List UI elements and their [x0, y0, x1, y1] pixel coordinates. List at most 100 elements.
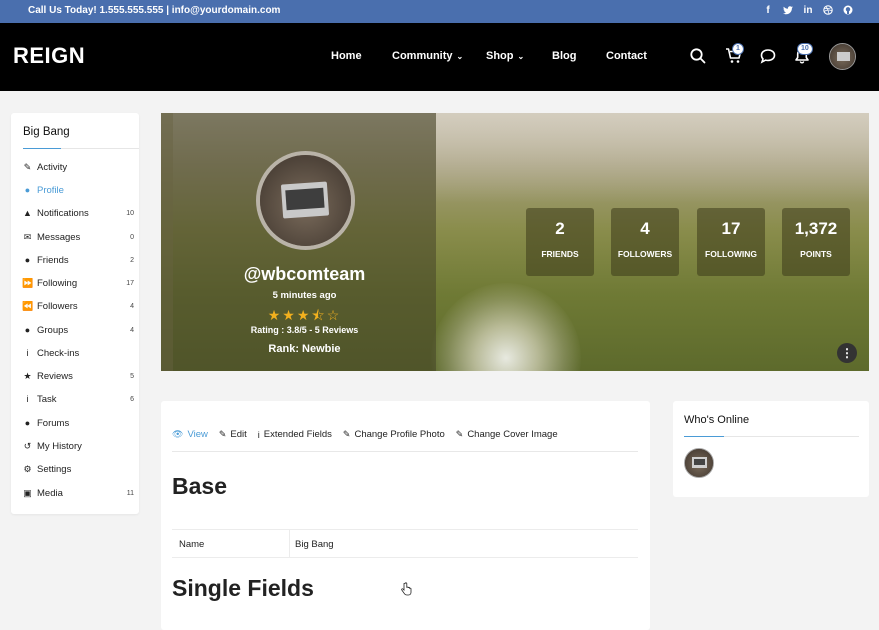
nav-shop[interactable]: Shop ⌄: [486, 50, 524, 62]
site-header: REIGN Home Community ⌄ Shop ⌄ Blog Contact…: [0, 23, 879, 91]
sidebar-item-count: 4: [130, 302, 134, 310]
chevron-down-icon: ⌄: [456, 52, 464, 61]
field-row-name: Name Big Bang: [172, 529, 638, 558]
twitter-icon[interactable]: [783, 4, 793, 16]
sidebar-item-count: 4: [130, 326, 134, 334]
chevron-down-icon: ⌄: [517, 52, 525, 61]
stat-points[interactable]: 1,372 POINTS: [782, 208, 850, 276]
users-icon: ●: [24, 325, 31, 335]
profile-sidebar: Big Bang ✎ Activity ● Profile ▲ Notificatio…: [11, 113, 139, 514]
divider: [172, 451, 638, 452]
rating-text: Rating : 3.8/5 - 5 Reviews: [250, 325, 359, 335]
nav-contact[interactable]: Contact: [606, 50, 647, 62]
stat-label: POINTS: [800, 249, 832, 259]
sidebar-item-task[interactable]: i Task 6: [22, 391, 135, 407]
tab-change-profile-photo[interactable]: ✎ Change Profile Photo: [343, 429, 445, 440]
sidebar-item-following[interactable]: ⏩ Following 17: [22, 275, 134, 291]
star-half-icon: ⯪: [311, 307, 327, 323]
more-options-icon[interactable]: ⋮: [837, 343, 857, 363]
nav-label: Community: [392, 50, 453, 62]
dribbble-icon[interactable]: [823, 4, 833, 16]
divider: [684, 436, 859, 437]
tab-view[interactable]: 👁 View: [172, 429, 208, 440]
info-icon: i: [26, 348, 29, 358]
stat-number: 2: [555, 219, 565, 238]
stat-number: 1,372: [794, 219, 838, 238]
eye-icon: 👁: [172, 429, 184, 439]
sidebar-item-label: Reviews: [37, 370, 73, 382]
sidebar-item-label: Groups: [37, 324, 69, 336]
sidebar-item-label: Following: [37, 277, 78, 289]
section-heading-base: Base: [172, 473, 227, 499]
nav-label: Contact: [606, 50, 647, 62]
sidebar-item-friends[interactable]: ● Friends 2: [22, 252, 134, 268]
sidebar-item-label: Activity: [37, 161, 68, 173]
sidebar-item-label: Forums: [37, 417, 70, 429]
user-avatar[interactable]: [829, 43, 856, 70]
pencil-icon: ✎: [23, 161, 32, 172]
sidebar-item-label: Messages: [37, 231, 81, 243]
stat-followers[interactable]: 4 FOLLOWERS: [611, 208, 679, 276]
profile-cover: @wbcomteam 5 minutes ago ★★★⯪☆ Rating : …: [161, 113, 869, 371]
cart-count-badge: 1: [732, 43, 744, 55]
profile-avatar[interactable]: [256, 151, 355, 250]
forward-icon: ⏩: [22, 277, 34, 288]
sidebar-item-check-ins[interactable]: i Check-ins: [22, 345, 134, 361]
chat-icon[interactable]: [759, 47, 777, 65]
field-key: Name: [179, 539, 205, 550]
sidebar-item-profile[interactable]: ● Profile: [22, 182, 134, 198]
sidebar-item-my-history[interactable]: ↺ My History: [22, 438, 134, 454]
nav-home[interactable]: Home: [331, 50, 362, 62]
stat-friends[interactable]: 2 FRIENDS: [526, 208, 594, 276]
site-logo[interactable]: REIGN: [13, 43, 85, 69]
sidebar-item-label: Friends: [37, 254, 69, 266]
sidebar-item-label: Settings: [37, 463, 72, 475]
nav-community[interactable]: Community ⌄: [392, 50, 463, 62]
sidebar-item-settings[interactable]: ⚙ Settings: [22, 461, 134, 477]
sidebar-item-groups[interactable]: ● Groups 4: [22, 322, 134, 338]
sidebar-item-count: 10: [126, 209, 134, 217]
sidebar-item-reviews[interactable]: ★ Reviews 5: [22, 368, 134, 384]
cover-background: [436, 113, 869, 203]
search-icon[interactable]: [689, 47, 707, 65]
contact-info: Call Us Today! 1.555.555.555 | info@your…: [28, 5, 281, 16]
tab-edit[interactable]: ✎ Edit: [219, 429, 247, 440]
sidebar-item-activity[interactable]: ✎ Activity: [22, 159, 134, 175]
stat-label: FOLLOWING: [705, 249, 757, 259]
info-icon: i: [26, 394, 29, 404]
sidebar-item-notifications[interactable]: ▲ Notifications 10: [22, 205, 134, 221]
sidebar-item-followers[interactable]: ⏪ Followers 4: [22, 298, 134, 314]
online-member-avatar[interactable]: [684, 448, 714, 478]
nav-blog[interactable]: Blog: [552, 50, 576, 62]
sidebar-title: Big Bang: [23, 126, 70, 138]
tab-extended-fields[interactable]: i Extended Fields: [258, 429, 332, 440]
sidebar-item-count: 5: [130, 372, 134, 380]
user-plus-icon: ●: [24, 255, 31, 265]
comments-icon: ●: [24, 418, 31, 428]
stat-following[interactable]: 17 FOLLOWING: [697, 208, 765, 276]
sidebar-item-label: Media: [37, 487, 63, 499]
sidebar-item-label: Profile: [37, 184, 64, 196]
sidebar-item-count: 17: [126, 279, 134, 287]
nav-label: Blog: [552, 50, 577, 62]
hand-cursor-icon: [400, 582, 412, 596]
linkedin-icon[interactable]: in: [803, 4, 813, 16]
envelope-icon: ✉: [23, 231, 32, 242]
sidebar-item-forums[interactable]: ● Forums: [22, 415, 134, 431]
profile-tabs: 👁 View ✎ Edit i Extended Fields ✎ Change Pro…: [172, 429, 569, 440]
user-icon: ●: [24, 185, 31, 195]
facebook-icon[interactable]: f: [763, 4, 773, 16]
bell-icon: ▲: [23, 208, 32, 218]
edit-icon: ✎: [218, 429, 227, 439]
stat-label: FOLLOWERS: [617, 249, 673, 259]
gear-icon: ⚙: [23, 463, 32, 474]
sidebar-item-count: 6: [130, 395, 134, 403]
nav-label: Home: [331, 50, 362, 62]
sidebar-item-media[interactable]: ▣ Media 11: [22, 485, 134, 501]
github-icon[interactable]: [843, 4, 853, 16]
stat-label: FRIENDS: [541, 249, 579, 259]
sidebar-item-messages[interactable]: ✉ Messages 0: [22, 229, 134, 245]
tab-change-cover-image[interactable]: ✎ Change Cover Image: [456, 429, 558, 440]
rank-text: Rank: Newbie: [268, 343, 341, 355]
history-icon: ↺: [23, 440, 32, 451]
